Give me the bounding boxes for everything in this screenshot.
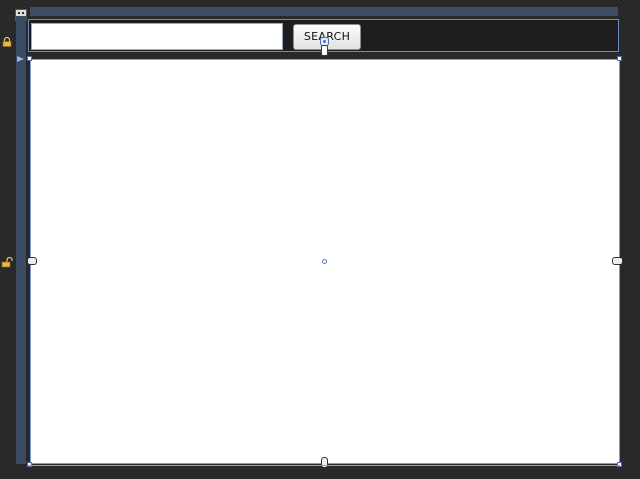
designer-top-strip bbox=[30, 7, 618, 16]
center-dot-icon bbox=[322, 259, 327, 264]
right-anchor-handle[interactable] bbox=[612, 257, 623, 265]
selection-baseline bbox=[28, 465, 620, 466]
left-anchor-handle[interactable] bbox=[27, 257, 37, 265]
resize-handle-top-right[interactable] bbox=[617, 56, 622, 61]
resize-handle-top-left[interactable] bbox=[27, 56, 32, 61]
search-input[interactable] bbox=[31, 23, 283, 50]
top-resize-handle[interactable] bbox=[321, 45, 328, 56]
dock-arrow-icon bbox=[17, 48, 25, 62]
bottom-anchor-handle[interactable] bbox=[321, 457, 328, 468]
padlock-icon[interactable] bbox=[2, 32, 12, 47]
designer-left-strip bbox=[16, 16, 26, 464]
padlock-open-icon[interactable] bbox=[1, 253, 13, 268]
anchor-handle-icon[interactable] bbox=[320, 31, 329, 46]
